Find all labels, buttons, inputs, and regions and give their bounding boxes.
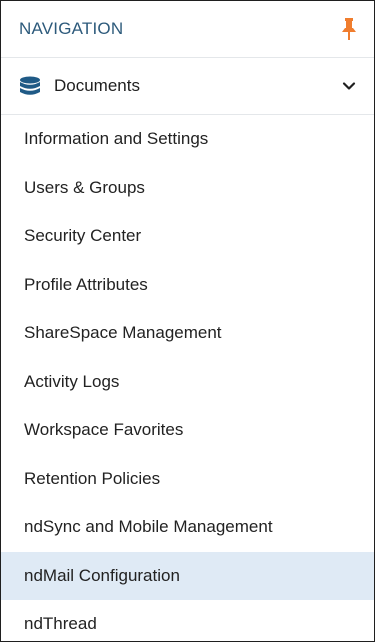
section-label: Documents: [54, 76, 140, 95]
navigation-title: NAVIGATION: [19, 19, 124, 38]
menu-item-activity-logs[interactable]: Activity Logs: [1, 358, 374, 407]
navigation-panel: NAVIGATION Documents Information and Set…: [0, 0, 375, 642]
menu-item-workspace-favorites[interactable]: Workspace Favorites: [1, 406, 374, 455]
menu-item-ndthread[interactable]: ndThread: [1, 600, 374, 641]
database-icon: [19, 76, 41, 96]
menu-item-profile-attributes[interactable]: Profile Attributes: [1, 261, 374, 310]
menu-list: Information and Settings Users & Groups …: [1, 115, 374, 641]
menu-item-users-and-groups[interactable]: Users & Groups: [1, 164, 374, 213]
pin-icon[interactable]: [341, 18, 357, 40]
menu-item-sharespace-management[interactable]: ShareSpace Management: [1, 309, 374, 358]
menu-item-information-and-settings[interactable]: Information and Settings: [1, 115, 374, 164]
chevron-down-icon[interactable]: [342, 79, 356, 93]
navigation-header: NAVIGATION: [1, 1, 374, 58]
menu-item-security-center[interactable]: Security Center: [1, 212, 374, 261]
menu-item-ndsync-and-mobile-management[interactable]: ndSync and Mobile Management: [1, 503, 374, 552]
menu-item-retention-policies[interactable]: Retention Policies: [1, 455, 374, 504]
menu-item-ndmail-configuration[interactable]: ndMail Configuration: [1, 551, 374, 600]
section-documents[interactable]: Documents: [1, 58, 374, 115]
